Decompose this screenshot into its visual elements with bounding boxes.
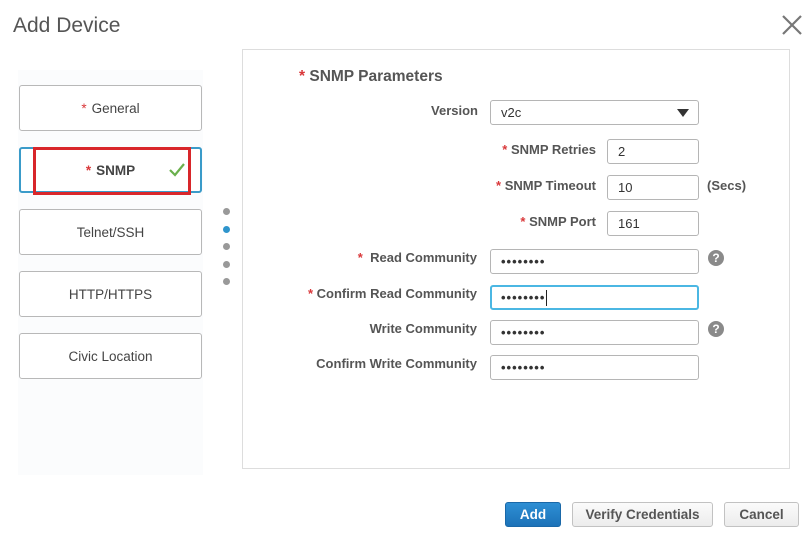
required-mark: * <box>502 142 508 157</box>
dropdown-arrow-icon <box>677 109 689 117</box>
read-community-label: * Read Community <box>358 250 477 265</box>
checkmark-icon <box>169 163 185 177</box>
version-value: v2c <box>501 105 522 120</box>
text-cursor <box>546 289 548 306</box>
password-mask: •••••••• <box>501 360 546 375</box>
required-mark: * <box>299 68 306 85</box>
required-mark: * <box>520 214 526 229</box>
label-text: SNMP Timeout <box>504 178 596 193</box>
required-mark: * <box>85 162 92 178</box>
required-mark: * <box>81 100 87 116</box>
password-mask: •••••••• <box>501 254 546 269</box>
label-text: Read Community <box>370 250 477 265</box>
help-icon[interactable]: ? <box>708 321 724 337</box>
snmp-port-input[interactable]: 161 <box>607 211 699 236</box>
snmp-timeout-label: * SNMP Timeout <box>496 178 596 193</box>
sidebar-item-http-https[interactable]: HTTP/HTTPS <box>19 271 202 317</box>
snmp-retries-input[interactable]: 2 <box>607 139 699 164</box>
section-title: * SNMP Parameters <box>299 68 443 86</box>
password-mask: •••••••• <box>501 290 546 305</box>
write-community-input[interactable]: •••••••• <box>490 320 699 345</box>
cancel-button[interactable]: Cancel <box>724 502 799 527</box>
label-text: SNMP Retries <box>510 142 596 157</box>
close-x-icon <box>782 15 802 35</box>
sidebar-item-label: SNMP <box>96 162 136 178</box>
confirm-write-community-input[interactable]: •••••••• <box>490 355 699 380</box>
version-label: Version <box>431 103 478 118</box>
sidebar-item-snmp[interactable]: * SNMP <box>19 147 202 193</box>
step-dot[interactable] <box>223 278 230 285</box>
sidebar-item-label: Telnet/SSH <box>76 224 145 240</box>
label-text: SNMP Port <box>529 214 596 229</box>
password-mask: •••••••• <box>501 325 546 340</box>
section-title-text: SNMP Parameters <box>309 68 443 85</box>
version-select[interactable]: v2c <box>490 100 699 125</box>
confirm-read-community-label: * Confirm Read Community <box>308 286 477 301</box>
close-button[interactable] <box>779 12 805 38</box>
snmp-port-label: * SNMP Port <box>520 214 596 229</box>
input-value: 2 <box>618 144 626 159</box>
read-community-input[interactable]: •••••••• <box>490 249 699 274</box>
sidebar-item-label: HTTP/HTTPS <box>68 286 153 302</box>
snmp-timeout-input[interactable]: 10 <box>607 175 699 200</box>
label-text: Confirm Read Community <box>316 286 477 301</box>
sidebar-item-civic-location[interactable]: Civic Location <box>19 333 202 379</box>
help-icon[interactable]: ? <box>708 250 724 266</box>
required-mark: * <box>307 286 314 301</box>
required-mark: * <box>357 250 363 265</box>
add-button[interactable]: Add <box>505 502 561 527</box>
snmp-retries-label: * SNMP Retries <box>502 142 596 157</box>
step-dot-active[interactable] <box>223 225 230 233</box>
timeout-unit: (Secs) <box>707 178 747 193</box>
write-community-label: Write Community <box>369 321 477 336</box>
sidebar-item-label: General <box>91 100 140 116</box>
step-dot[interactable] <box>223 208 230 215</box>
confirm-write-community-label: Confirm Write Community <box>316 356 477 371</box>
step-dot[interactable] <box>223 243 230 250</box>
sidebar-item-general[interactable]: * General <box>19 85 202 131</box>
input-value: 161 <box>618 216 640 231</box>
dialog-title: Add Device <box>13 14 121 37</box>
step-indicator <box>223 208 230 296</box>
confirm-read-community-input[interactable]: •••••••• <box>490 285 699 310</box>
step-sidebar: * General * SNMP Telnet/SSH HTTP/HTTPS C… <box>18 70 203 475</box>
step-dot[interactable] <box>223 260 230 268</box>
required-mark: * <box>496 178 502 193</box>
input-value: 10 <box>618 180 633 195</box>
verify-credentials-button[interactable]: Verify Credentials <box>572 502 713 527</box>
sidebar-item-label: Civic Location <box>68 348 153 364</box>
sidebar-item-telnet-ssh[interactable]: Telnet/SSH <box>19 209 202 255</box>
